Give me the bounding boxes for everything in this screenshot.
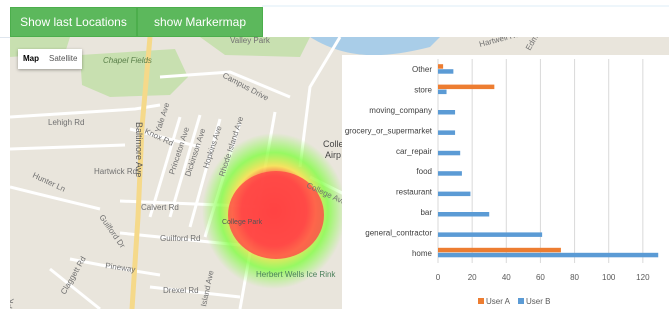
category-label: restaurant: [396, 188, 433, 197]
category-label: general_contractor: [365, 228, 432, 237]
bar-user-b: [438, 232, 543, 237]
bar-user-a: [438, 64, 444, 69]
label-calvert-rd: Calvert Rd: [141, 203, 179, 212]
category-label: bar: [420, 208, 432, 217]
bar-user-b: [438, 69, 454, 74]
bar-user-b: [438, 252, 659, 258]
category-label: car_repair: [396, 147, 432, 156]
legend-swatch: [478, 298, 484, 304]
category-label: food: [416, 167, 432, 176]
bar-user-b: [438, 171, 462, 176]
x-tick-label: 80: [570, 273, 579, 282]
x-tick-label: 60: [536, 273, 545, 282]
bar-user-b: [438, 89, 447, 95]
chart-panel: 0 20 40 60 80 100 120 Other store moving_companyg…: [342, 55, 669, 309]
bar-user-b: [438, 150, 461, 156]
legend-label: User B: [526, 297, 550, 306]
label-herbert-wells: Herbert Wells Ice Rink: [256, 270, 336, 279]
show-markermap-button[interactable]: show Markermap: [137, 7, 263, 37]
x-tick-label: 40: [502, 273, 511, 282]
x-tick-label: 100: [602, 273, 616, 282]
category-label: grocery_or_supermarket: [345, 126, 433, 135]
label-colle: Colle: [323, 139, 344, 149]
label-drexel-rd: Drexel Rd: [163, 286, 199, 295]
label-valley-park: Valley Park: [230, 37, 271, 45]
legend-label: User A: [486, 297, 511, 306]
label-college-park: College Park: [222, 219, 263, 226]
legend-swatch: [518, 298, 524, 304]
map-type-map-button[interactable]: Map: [18, 49, 44, 69]
x-tick-label: 0: [436, 273, 441, 282]
category-label: home: [412, 249, 433, 258]
show-last-locations-button[interactable]: Show last Locations: [10, 7, 137, 37]
bar-user-b: [438, 212, 490, 217]
label-hartwick-rd: Hartwick Rd: [94, 167, 137, 176]
bar-user-a: [438, 247, 561, 253]
map-type-satellite-button[interactable]: Satellite: [44, 49, 82, 69]
label-lehigh-rd: Lehigh Rd: [48, 118, 84, 127]
category-label: Other: [412, 65, 432, 74]
label-airp: Airp: [325, 150, 341, 160]
toolbar-divider: [262, 5, 669, 7]
label-chapel-fields: Chapel Fields: [103, 56, 152, 65]
category-label: store: [414, 86, 432, 95]
bar-user-b: [438, 191, 471, 197]
label-guilford-rd: Guilford Rd: [160, 234, 200, 243]
category-bar-chart: 0 20 40 60 80 100 120 Other store moving_companyg…: [345, 59, 659, 306]
map-type-toggle[interactable]: Map Satellite: [18, 49, 83, 69]
category-label: moving_company: [369, 106, 432, 115]
x-tick-label: 120: [636, 273, 650, 282]
bar-user-a: [438, 84, 495, 90]
x-tick-label: 20: [468, 273, 477, 282]
bar-user-b: [438, 130, 456, 135]
top-toolbar: Show last Locations show Markermap: [0, 0, 669, 38]
bar-user-b: [438, 110, 456, 115]
